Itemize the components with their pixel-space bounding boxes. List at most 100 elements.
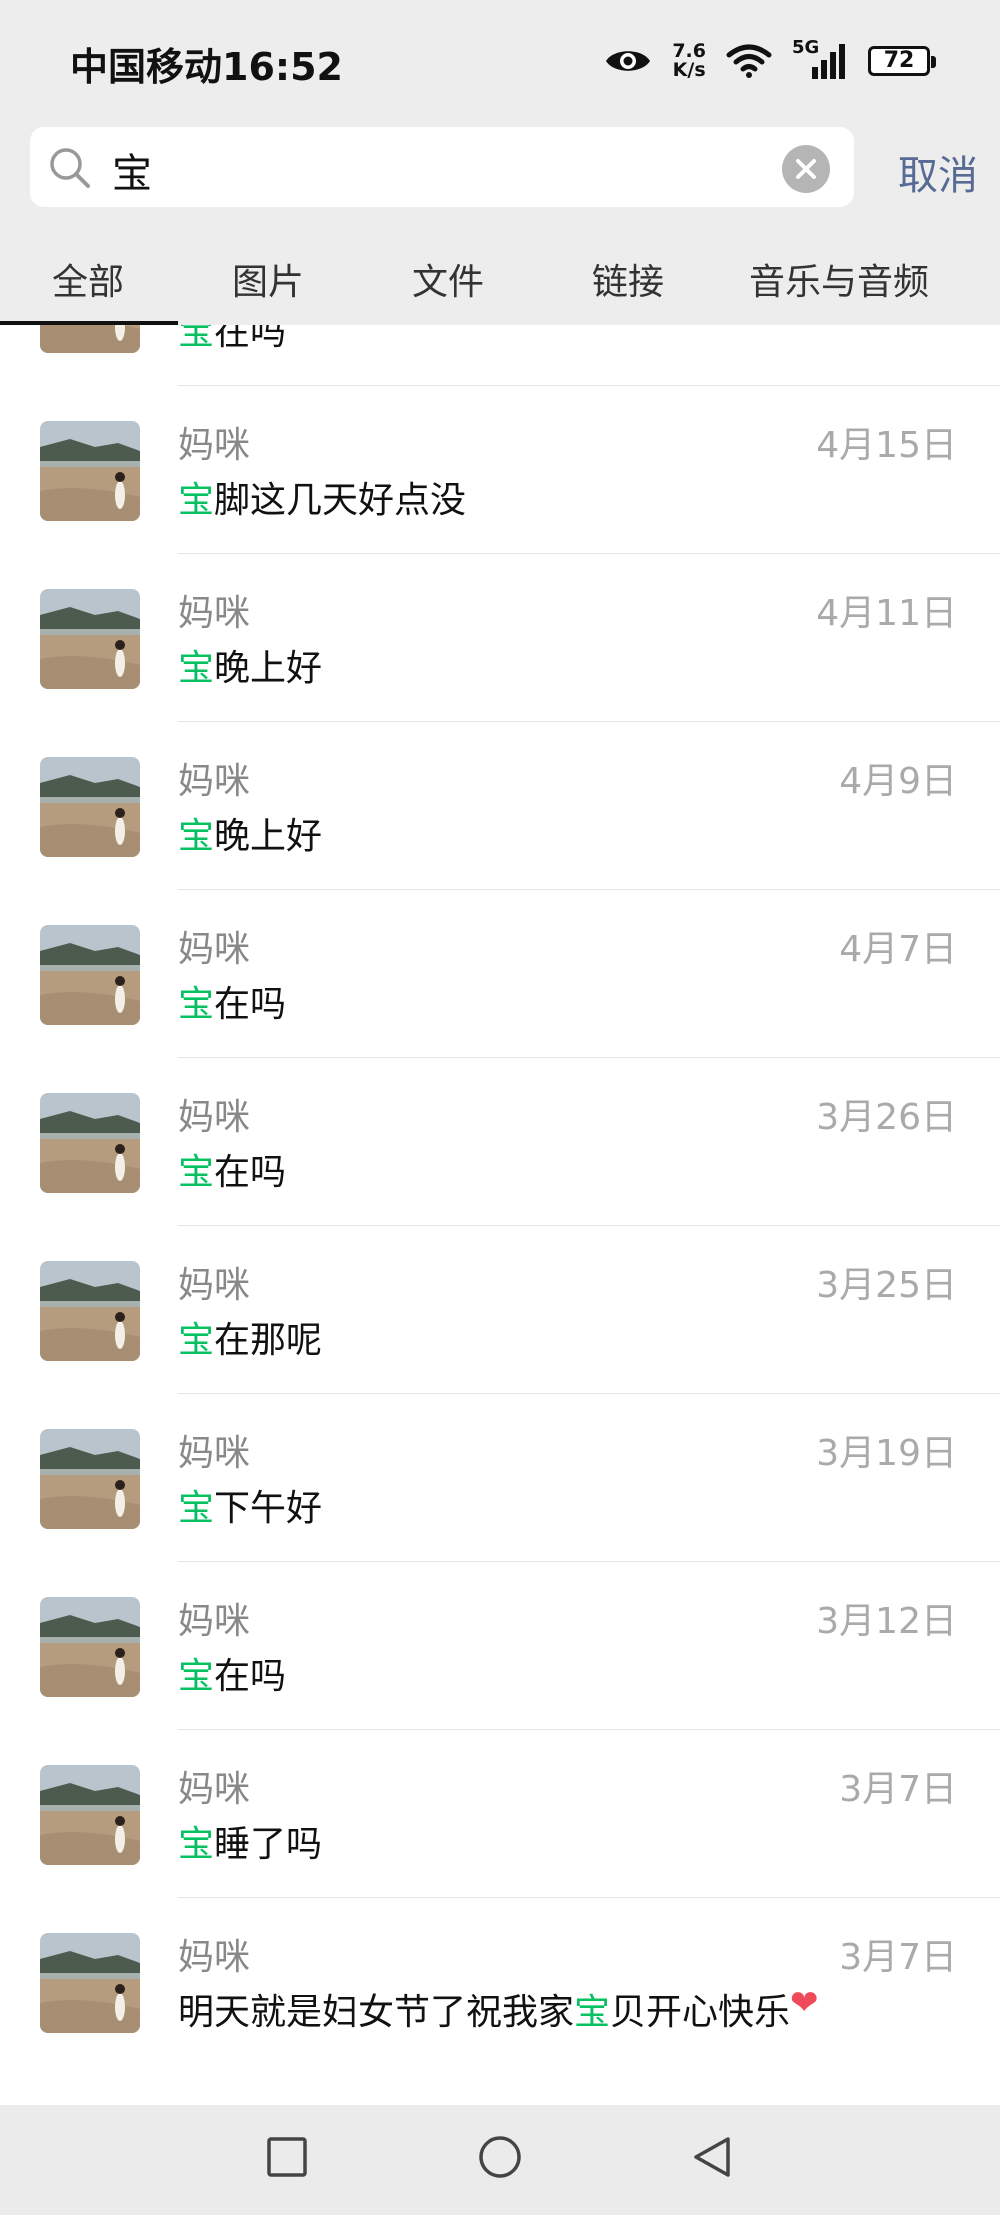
result-row[interactable]: 妈咪 3月26日 宝在吗: [0, 1058, 1000, 1226]
network-speed-unit: K/s: [672, 59, 706, 81]
message-text-after: 在吗: [214, 1656, 287, 1697]
message-date: 3月19日: [816, 1433, 957, 1474]
message-text-after: 在吗: [214, 325, 287, 353]
result-row[interactable]: 妈咪3月1日宝在吗: [0, 325, 1000, 386]
result-row[interactable]: 妈咪 4月9日宝晚上好: [0, 722, 1000, 890]
recents-button[interactable]: [265, 2135, 309, 2179]
search-header: 宝 取消: [0, 115, 1000, 225]
message-text: 宝晚上好: [178, 639, 322, 691]
message-text-after: 在吗: [214, 984, 287, 1025]
filter-tabs: 全部 图片 文件 链接 音乐与音频: [0, 225, 1000, 325]
search-match-highlight: 宝: [178, 325, 215, 353]
search-match-highlight: 宝: [178, 984, 215, 1025]
avatar: [40, 325, 140, 353]
message-text: 宝晚上好: [178, 807, 322, 859]
search-match-highlight: 宝: [178, 1320, 215, 1361]
active-tab-indicator: [0, 321, 178, 325]
result-row[interactable]: 妈咪 3月7日 明天就是妇女节了祝我家宝贝开心快乐❤: [0, 1898, 1000, 2066]
avatar: [40, 1093, 140, 1193]
search-match-highlight: 宝: [178, 1152, 215, 1193]
heart-emoji: ❤: [790, 1983, 819, 2023]
search-query-text[interactable]: 宝: [112, 141, 152, 199]
avatar: [40, 421, 140, 521]
search-match-highlight: 宝: [178, 816, 215, 857]
message-text: 宝下午好: [178, 1479, 322, 1531]
message-text-after: 睡了吗: [214, 1824, 323, 1865]
message-text-after: 晚上好: [214, 816, 323, 857]
sender-name: 妈咪: [178, 761, 251, 802]
tab-links[interactable]: 链接: [592, 253, 664, 305]
search-input[interactable]: 宝: [30, 127, 854, 207]
sender-name: 妈咪: [178, 1433, 251, 1474]
message-text-after: 在吗: [214, 1152, 287, 1193]
back-button[interactable]: [690, 2135, 734, 2183]
search-match-highlight: 宝: [178, 1488, 215, 1529]
message-date: 4月7日: [839, 929, 957, 970]
sender-name: 妈咪: [178, 1937, 251, 1978]
eye-icon: [606, 51, 651, 71]
message-date: 4月15日: [816, 425, 957, 466]
avatar: [40, 1933, 140, 2033]
avatar: [40, 589, 140, 689]
message-date: 4月9日: [839, 761, 957, 802]
result-row[interactable]: 妈咪 4月11日宝晚上好: [0, 554, 1000, 722]
result-row[interactable]: 妈咪 3月19日宝下午好: [0, 1394, 1000, 1562]
message-text: 宝在吗: [178, 325, 286, 355]
message-text-after: 脚这几天好点没: [214, 480, 467, 521]
search-icon: [50, 148, 90, 188]
signal-icon: 5G: [792, 37, 848, 81]
search-match-highlight: 宝: [574, 1992, 611, 2033]
message-text-after: 在那呢: [214, 1320, 323, 1361]
result-row[interactable]: 妈咪 4月15日 宝脚这几天好点没: [0, 386, 1000, 554]
result-row[interactable]: 妈咪 3月25日宝在那呢: [0, 1226, 1000, 1394]
message-text: 宝在吗: [178, 1647, 286, 1699]
search-results-list[interactable]: 妈咪3月1日宝在吗 妈咪4月15日宝脚这几天好点没 妈咪4月11日宝晚上好 妈咪…: [0, 325, 1000, 2105]
message-text-before: 明天就是妇女节了祝我家: [178, 1992, 575, 2033]
message-date: 3月25日: [816, 1265, 957, 1306]
message-date: 3月26日: [816, 1097, 957, 1138]
message-date: 4月11日: [816, 593, 957, 634]
cancel-button[interactable]: 取消: [898, 143, 978, 201]
result-row[interactable]: 妈咪 3月7日宝睡了吗: [0, 1730, 1000, 1898]
avatar: [40, 757, 140, 857]
tab-images[interactable]: 图片: [232, 253, 304, 305]
battery-level: 72: [883, 48, 915, 73]
close-icon: [796, 159, 816, 179]
sender-name: 妈咪: [178, 593, 251, 634]
sender-name: 妈咪: [178, 1769, 251, 1810]
carrier-name: 中国移动: [70, 45, 223, 89]
tab-all[interactable]: 全部: [52, 253, 124, 305]
status-bar: 中国移动16:52 7.6 K/s 5G 72: [0, 0, 1000, 115]
tab-music-audio[interactable]: 音乐与音频: [749, 253, 929, 305]
search-match-highlight: 宝: [178, 1656, 215, 1697]
sender-name: 妈咪: [178, 1601, 251, 1642]
message-text-after: 晚上好: [214, 648, 323, 689]
avatar: [40, 925, 140, 1025]
sender-name: 妈咪: [178, 425, 251, 466]
avatar: [40, 1597, 140, 1697]
avatar: [40, 1261, 140, 1361]
carrier-and-time: 中国移动16:52: [70, 36, 343, 91]
home-button[interactable]: [476, 2135, 524, 2183]
clear-search-button[interactable]: [782, 145, 830, 193]
clock-time: 16:52: [222, 45, 343, 89]
message-text: 明天就是妇女节了祝我家宝贝开心快乐❤: [178, 1983, 819, 2035]
network-speed: 7.6 K/s: [672, 42, 706, 80]
message-text: 宝在那呢: [178, 1311, 322, 1363]
search-match-highlight: 宝: [178, 648, 215, 689]
message-text: 宝在吗: [178, 1143, 286, 1195]
avatar: [40, 1429, 140, 1529]
wifi-icon: [726, 44, 772, 78]
system-navigation-bar: [0, 2105, 1000, 2215]
status-icons: 7.6 K/s 5G 72: [604, 37, 936, 84]
result-row[interactable]: 妈咪 4月7日宝在吗: [0, 890, 1000, 1058]
sender-name: 妈咪: [178, 1265, 251, 1306]
message-date: 3月7日: [839, 1937, 957, 1978]
message-date: 3月7日: [839, 1769, 957, 1810]
sender-name: 妈咪: [178, 929, 251, 970]
tab-files[interactable]: 文件: [412, 253, 484, 305]
search-match-highlight: 宝: [178, 1824, 215, 1865]
message-text-after: 下午好: [214, 1488, 323, 1529]
message-text: 宝睡了吗: [178, 1815, 322, 1867]
result-row[interactable]: 妈咪 3月12日 宝在吗: [0, 1562, 1000, 1730]
